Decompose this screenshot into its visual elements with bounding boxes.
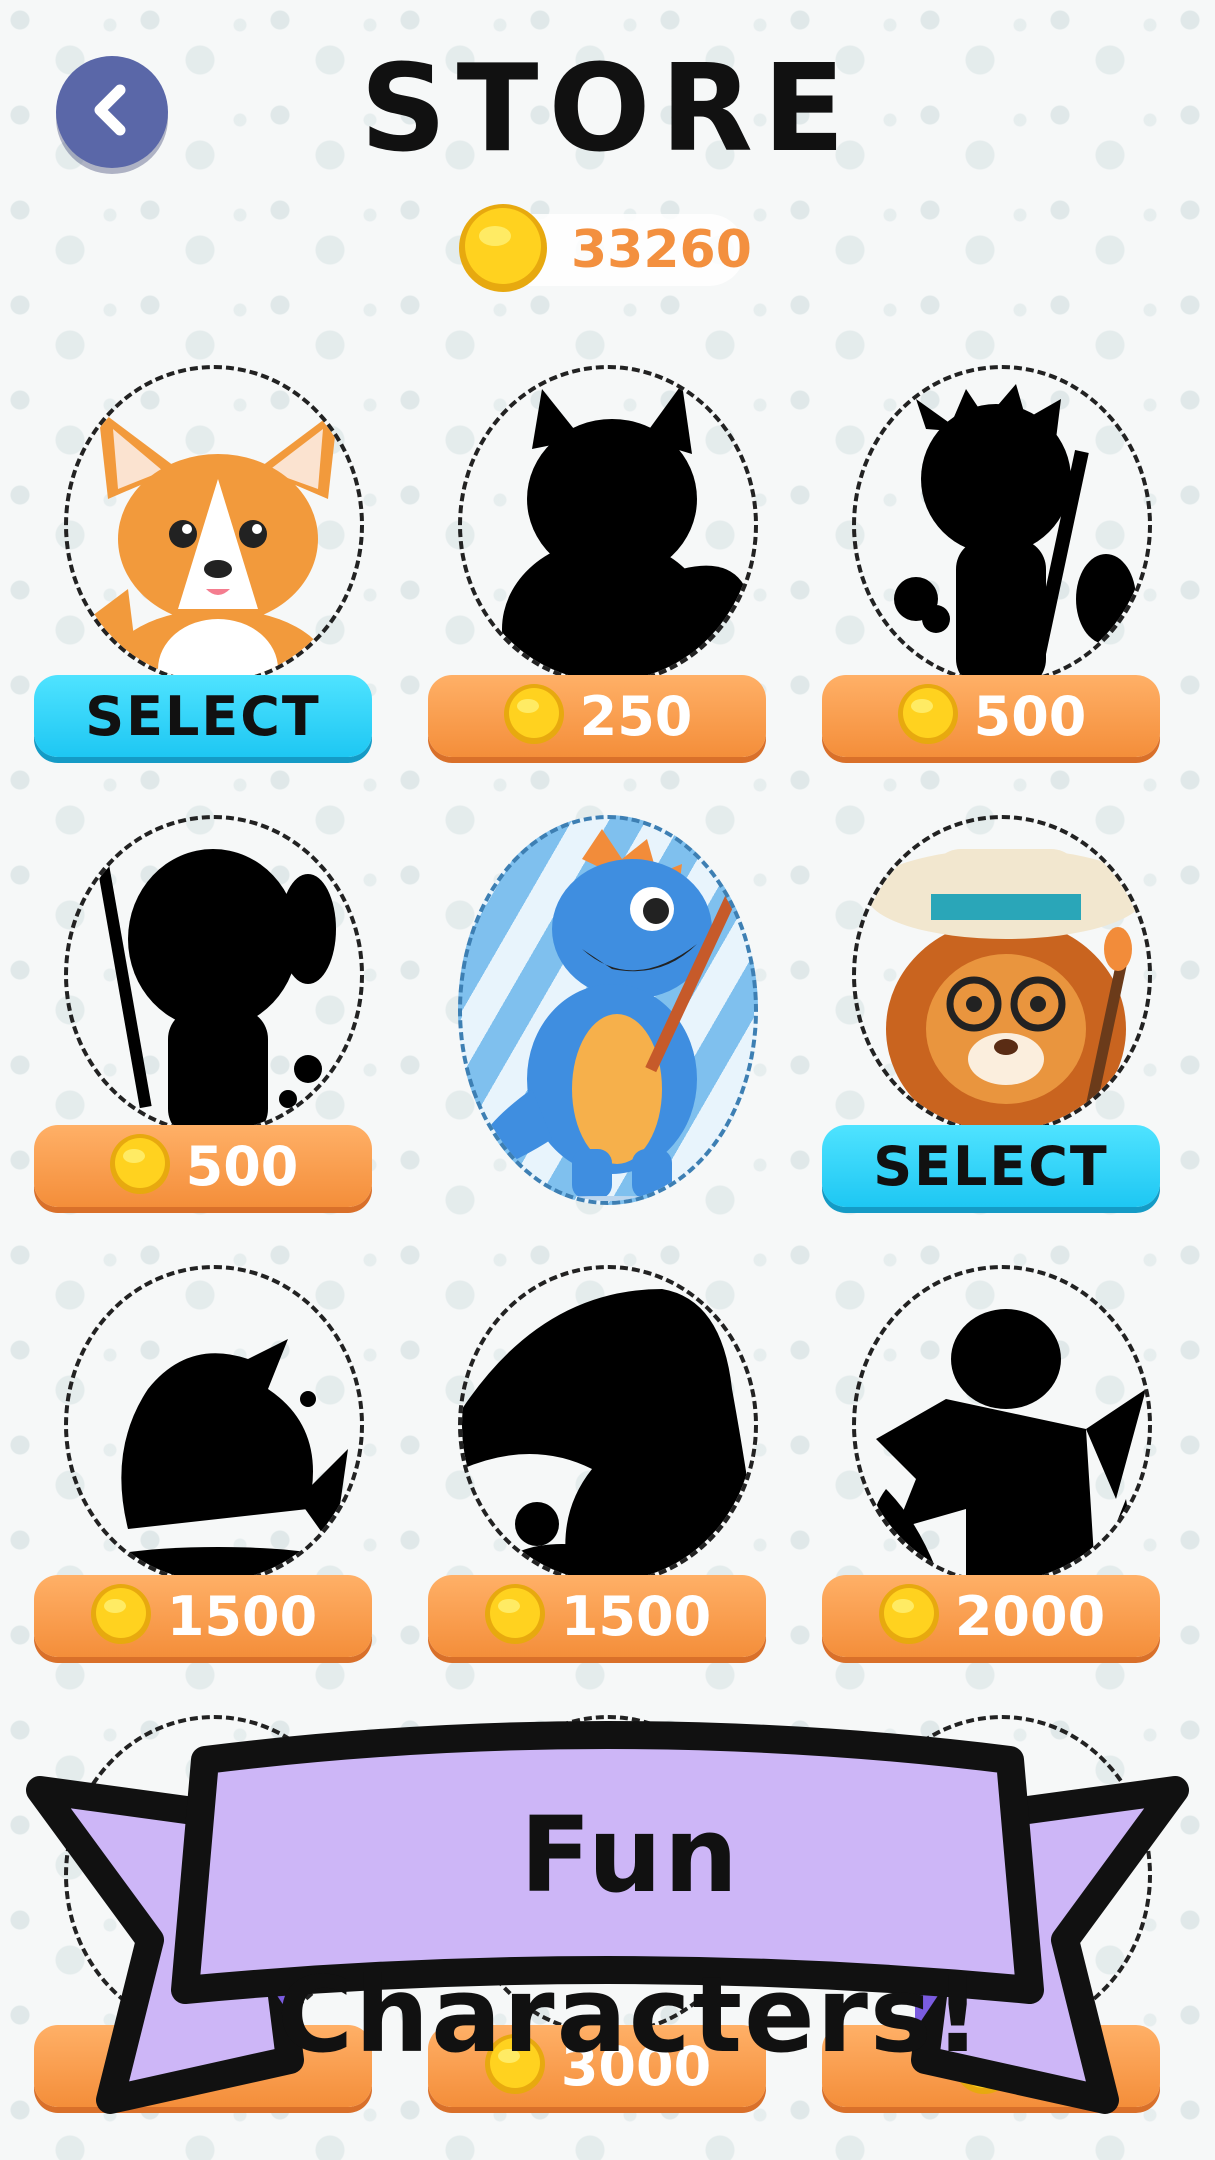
boy-painter-silhouette <box>894 384 1136 681</box>
character-frame <box>64 815 364 1135</box>
character-card[interactable]: 1500 <box>34 1265 374 1657</box>
character-card[interactable]: 250 <box>428 365 768 757</box>
girl-painter-silhouette <box>96 847 340 1131</box>
fox-character <box>88 409 338 681</box>
price-button[interactable]: 2000 <box>822 1575 1160 1657</box>
price-button[interactable]: 1500 <box>428 1575 766 1657</box>
dragon-silhouette <box>873 1309 1148 1581</box>
coin-icon <box>483 1582 547 1650</box>
price-button[interactable]: 1500 <box>34 1575 372 1657</box>
price-button[interactable]: 500 <box>34 1125 372 1207</box>
character-frame <box>64 1265 364 1585</box>
price-button[interactable]: 500 <box>822 675 1160 757</box>
blue-dinosaur-character <box>470 829 741 1201</box>
select-button[interactable]: SELECT <box>822 1125 1160 1207</box>
character-frame <box>852 365 1152 685</box>
character-frame <box>458 815 758 1205</box>
wolf-silhouette <box>463 384 754 681</box>
character-card[interactable]: 1500 <box>428 1265 768 1657</box>
character-frame <box>64 365 364 685</box>
character-frame <box>852 1265 1152 1585</box>
character-card[interactable]: 500 <box>822 365 1162 757</box>
coin-icon <box>877 1582 941 1650</box>
coin-amount: 33260 <box>571 220 752 280</box>
character-card[interactable]: 2000 <box>822 1265 1162 1657</box>
character-card[interactable]: SELECT <box>34 365 374 757</box>
toucan-silhouette <box>462 1289 754 1581</box>
coin-icon <box>108 1132 172 1200</box>
character-frame <box>458 1265 758 1585</box>
character-card[interactable]: SELECT <box>822 815 1162 1207</box>
select-button[interactable]: SELECT <box>34 675 372 757</box>
character-frame <box>458 365 758 685</box>
lion-character <box>866 849 1146 1131</box>
character-card[interactable]: 500 <box>34 815 374 1207</box>
coin-icon <box>455 200 551 300</box>
character-frame <box>852 815 1152 1135</box>
coin-icon <box>896 682 960 750</box>
character-card-selected[interactable] <box>428 815 768 1205</box>
coin-icon <box>502 682 566 750</box>
coin-icon <box>89 1582 153 1650</box>
price-button[interactable]: 250 <box>428 675 766 757</box>
creature-silhouette <box>78 1339 360 1581</box>
banner-title: Fun Characters! <box>276 1794 984 2076</box>
